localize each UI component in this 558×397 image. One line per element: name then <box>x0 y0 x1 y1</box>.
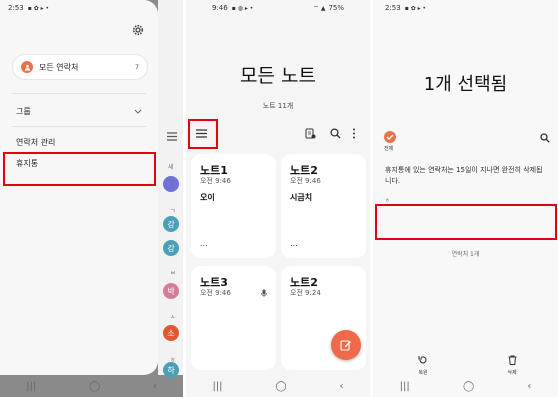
microphone-icon <box>261 289 267 297</box>
manage-contacts-item[interactable]: 연락처 관리 <box>16 137 55 148</box>
back-icon[interactable]: ‹ <box>340 381 344 392</box>
compose-pen-icon <box>340 339 352 351</box>
recents-icon[interactable]: ||| <box>26 381 36 392</box>
note-footer: ... <box>200 239 208 248</box>
contact-avatar-initial: 강 <box>167 243 175 253</box>
back-icon[interactable]: ‹ <box>527 381 531 392</box>
divider <box>12 126 146 127</box>
section-letter: ㅎ <box>385 198 390 204</box>
note-card[interactable]: 노트3 오전 9:46 <box>191 266 276 370</box>
navigation-bar: ||| ◯ ‹ <box>0 375 183 397</box>
status-icons: ▪ ◍ ▸ • <box>231 4 254 12</box>
groups-item[interactable]: 그룹 <box>16 104 142 118</box>
contact-person-icon <box>21 61 33 73</box>
menu-icon[interactable] <box>166 131 178 141</box>
trash-notice: 휴지통에 있는 연락처는 15일이 지나면 완전히 삭제됩니다. <box>385 166 543 185</box>
navigation-bar: ||| ◯ ‹ <box>186 375 370 397</box>
status-icons: ▪ ✿ ▸ • <box>27 4 50 12</box>
restore-icon <box>418 355 428 365</box>
all-contacts-label: 모든 연락처 <box>39 62 79 72</box>
contact-avatar-initial: 소 <box>167 328 175 338</box>
status-icons: ▪ ✿ ▸ • <box>404 4 427 12</box>
delete-button[interactable]: 삭제 <box>500 350 524 376</box>
note-count: 노트 11개 <box>262 102 294 110</box>
note-card[interactable]: 노트1 오전 9:46 오이 ... <box>191 154 276 258</box>
pdf-import-icon[interactable] <box>305 128 316 139</box>
contact-avatar-initial: 강 <box>167 219 175 229</box>
contact-avatar[interactable] <box>163 176 179 192</box>
contact-avatar-initial: 하 <box>167 365 175 375</box>
index-letter: ㄱ <box>170 208 176 215</box>
navigation-drawer: 2:53 ▪ ✿ ▸ • 모든 연락처 7 그룹 연락처 관리 휴지통 <box>0 0 158 375</box>
contact-avatar[interactable]: 소 <box>163 325 179 341</box>
home-icon[interactable]: ◯ <box>463 381 474 392</box>
more-options-icon[interactable] <box>352 128 356 139</box>
status-bar: 2:53 ▪ ✿ ▸ • <box>373 0 558 16</box>
highlight-box <box>3 152 156 186</box>
status-bar: 9:46 ▪ ◍ ▸ • ⌔ ▲ 75% <box>186 0 370 16</box>
chevron-down-icon <box>134 109 142 114</box>
contact-avatar[interactable]: 강 <box>163 240 179 256</box>
status-time: 2:53 <box>8 4 24 12</box>
index-letter: ㅂ <box>170 270 176 277</box>
note-card[interactable]: 노트2 오전 9:46 시금치 ... <box>281 154 366 258</box>
page-title: 모든 노트 <box>240 65 316 87</box>
index-letter: 새 <box>168 164 174 171</box>
highlight-box <box>375 204 557 240</box>
highlight-box <box>188 119 218 149</box>
search-icon[interactable] <box>330 128 341 139</box>
page-title: 1개 선택됨 <box>423 74 508 95</box>
contacts-list-background: 새 강강박소하 ㄱ ㅂ ㅅ ㅎ <box>158 0 183 378</box>
divider <box>12 93 146 94</box>
index-letter: ㅅ <box>170 314 176 321</box>
trash-icon <box>508 355 517 365</box>
new-note-fab[interactable] <box>331 330 361 360</box>
contact-count: 연락처 1개 <box>451 251 480 258</box>
recents-icon[interactable]: ||| <box>212 381 222 392</box>
note-time: 오전 9:46 <box>200 177 231 185</box>
note-time: 오전 9:46 <box>290 177 321 185</box>
note-body: 오이 <box>200 193 215 202</box>
note-time: 오전 9:46 <box>200 289 231 297</box>
note-time: 오전 9:24 <box>290 289 321 297</box>
signal-icon: ⌔ ▲ <box>313 5 326 12</box>
battery-level: 75% <box>328 4 344 12</box>
navigation-bar: ||| ◯ ‹ <box>373 375 558 397</box>
recents-icon[interactable]: ||| <box>400 381 410 392</box>
status-time: 2:53 <box>385 4 401 12</box>
note-footer: ... <box>290 239 298 248</box>
select-all-checkbox[interactable] <box>384 131 396 143</box>
all-contacts-count: 7 <box>135 63 139 71</box>
restore-button[interactable]: 복원 <box>411 350 435 376</box>
settings-gear-icon[interactable] <box>132 24 144 36</box>
home-icon[interactable]: ◯ <box>89 381 100 392</box>
back-icon[interactable]: ‹ <box>153 381 157 392</box>
contact-avatar-initial: 박 <box>167 286 175 296</box>
note-body: 시금치 <box>290 193 313 202</box>
search-icon[interactable] <box>540 133 550 143</box>
notes-screen: 9:46 ▪ ◍ ▸ • ⌔ ▲ 75% 모든 노트 노트 11개 노트1 오전… <box>186 0 370 397</box>
index-letter: ㅎ <box>170 357 176 364</box>
contacts-drawer-screen: 새 강강박소하 ㄱ ㅂ ㅅ ㅎ 2:53 ▪ ✿ ▸ • 모든 연락처 7 그룹… <box>0 0 183 397</box>
trash-selection-screen: 2:53 ▪ ✿ ▸ • 1개 선택됨 전체 휴지통에 있는 연락처는 15일이… <box>373 0 558 397</box>
groups-label: 그룹 <box>16 106 31 116</box>
contact-avatar[interactable]: 박 <box>163 283 179 299</box>
status-time: 9:46 <box>212 4 228 12</box>
status-bar: 2:53 ▪ ✿ ▸ • <box>0 0 158 16</box>
select-all-label: 전체 <box>384 146 394 152</box>
contact-avatar[interactable]: 강 <box>163 216 179 232</box>
home-icon[interactable]: ◯ <box>275 381 286 392</box>
all-contacts-button[interactable]: 모든 연락처 7 <box>12 54 148 80</box>
